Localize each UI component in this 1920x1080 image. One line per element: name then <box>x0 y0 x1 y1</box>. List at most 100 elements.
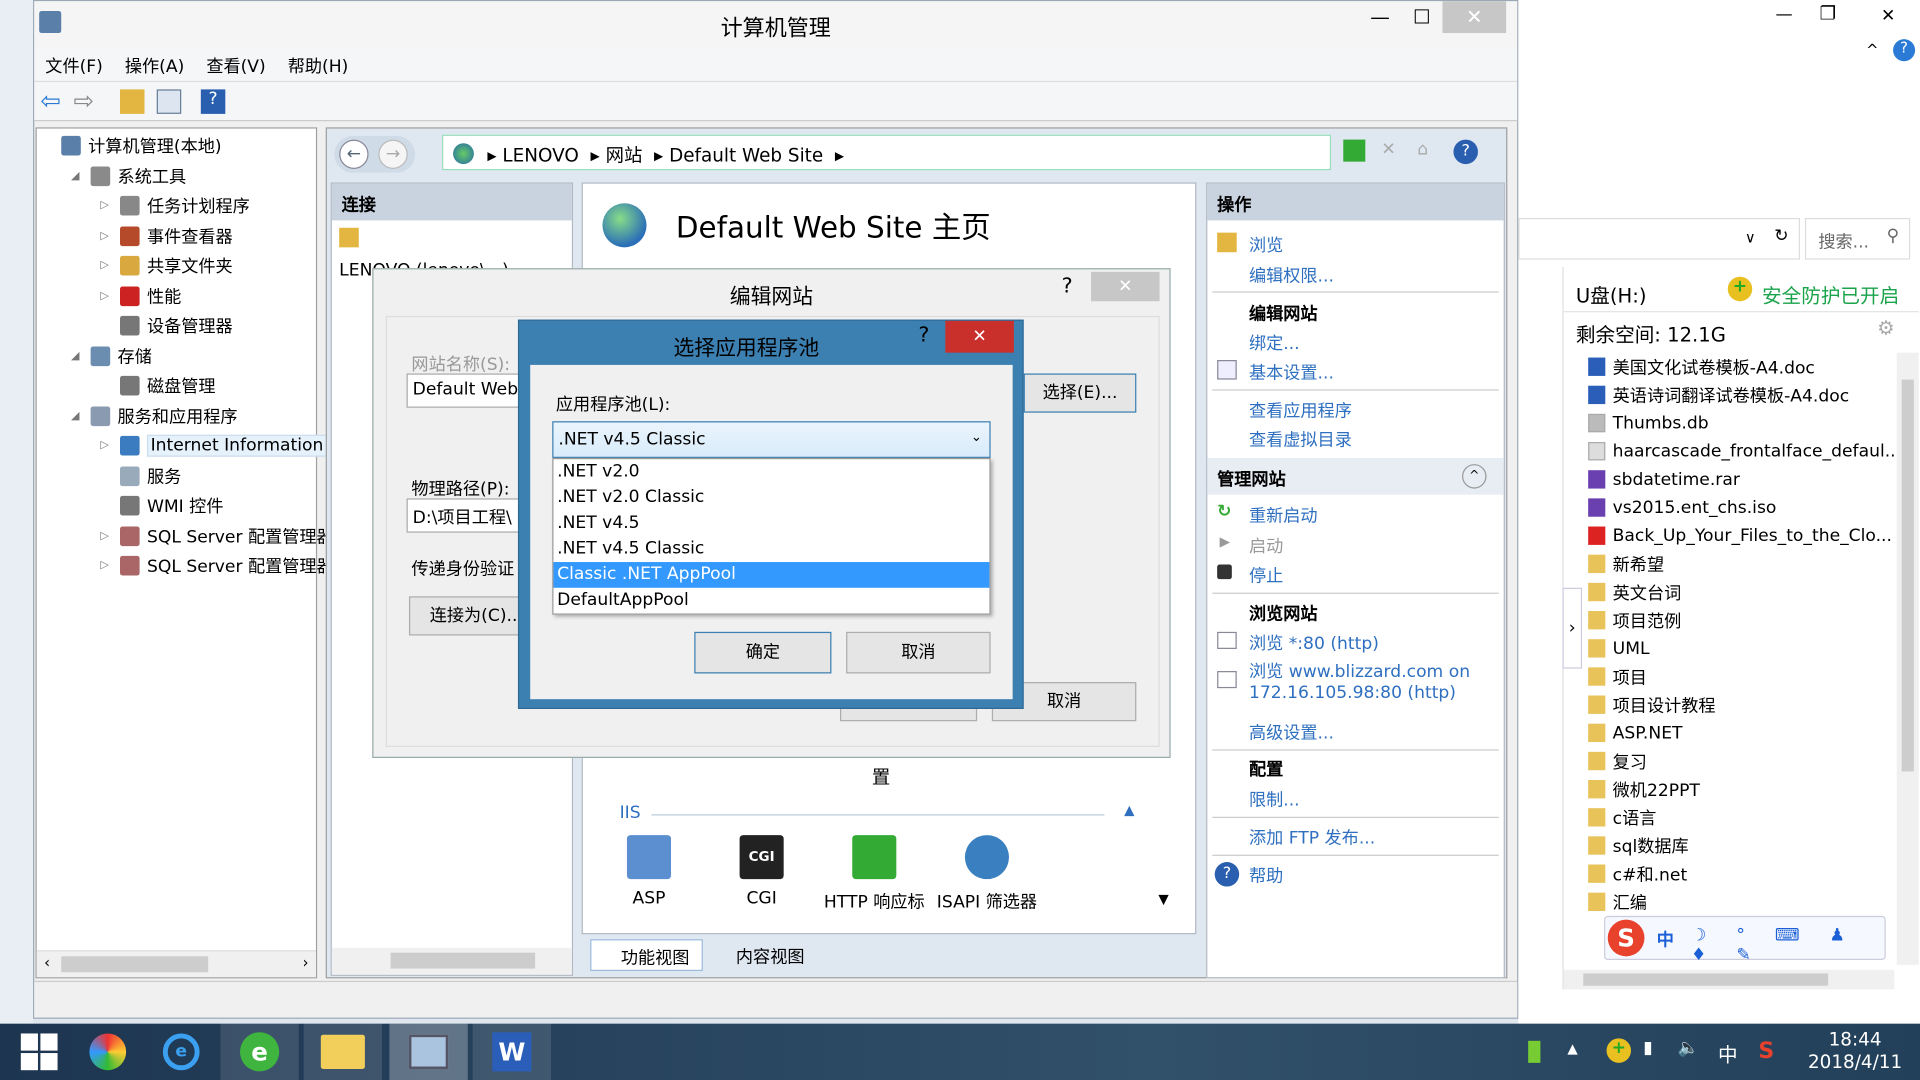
refresh-icon[interactable]: ↻ <box>1774 227 1788 247</box>
tree-item[interactable]: 设备管理器 <box>100 311 233 340</box>
expand-arrow-icon[interactable]: ▷ <box>100 290 112 302</box>
breadcrumb-lenovo[interactable]: LENOVO <box>502 144 578 166</box>
network-icon[interactable]: ▮ <box>1643 1038 1652 1058</box>
action-browse[interactable]: 浏览 <box>1249 233 1283 257</box>
file-item[interactable]: 汇编 <box>1588 888 1647 916</box>
expand-pane-button[interactable]: › <box>1562 587 1583 669</box>
protection-status[interactable]: 安全防护已开启 <box>1762 279 1899 308</box>
start-button[interactable] <box>0 1024 78 1080</box>
collapse-ribbon-icon[interactable]: ^ <box>1866 42 1878 59</box>
volume-icon[interactable]: 🔈 <box>1678 1038 1699 1058</box>
help-dropdown-icon[interactable]: ? <box>1453 139 1478 165</box>
file-item[interactable]: 英语诗词翻译试卷模板-A4.doc <box>1588 381 1849 409</box>
app-pool-select[interactable]: .NET v4.5 Classic ⌄ <box>552 421 991 458</box>
tree-item[interactable]: ▷ SQL Server 配置管理器 <box>100 521 334 550</box>
taskbar-browser-icon[interactable]: e <box>220 1023 299 1080</box>
clock[interactable]: 18:44 2018/4/11 <box>1800 1029 1910 1073</box>
file-item[interactable]: sql数据库 <box>1588 831 1689 859</box>
sogou-logo-icon[interactable]: S <box>1607 919 1645 957</box>
back-icon[interactable]: ⇦ <box>40 88 64 113</box>
action-help[interactable]: 帮助 <box>1249 863 1283 887</box>
action-stop[interactable]: 停止 <box>1249 563 1283 587</box>
tree-item[interactable]: ▷ 事件查看器 <box>100 221 233 250</box>
nav-forward-button[interactable]: → <box>378 139 408 169</box>
app-pool-close-button[interactable]: ✕ <box>945 320 1014 353</box>
scroll-thumb[interactable] <box>390 952 536 969</box>
search-input[interactable]: 搜索... ⚲ <box>1804 217 1911 260</box>
expand-arrow-icon[interactable]: ▷ <box>100 230 112 242</box>
nav-back-button[interactable]: ← <box>339 139 369 169</box>
app-pool-ok-button[interactable]: 确定 <box>694 631 832 674</box>
file-item[interactable]: UML <box>1588 634 1650 662</box>
file-item[interactable]: 项目设计教程 <box>1588 691 1716 719</box>
home-icon[interactable]: ⌂ <box>1412 140 1434 162</box>
expand-arrow-icon[interactable]: ▷ <box>100 560 112 572</box>
file-item[interactable]: 英文台词 <box>1588 578 1681 606</box>
address-field[interactable]: ∨ ↻ <box>1518 217 1801 260</box>
input-language[interactable]: 中 <box>1718 1038 1738 1067</box>
file-item[interactable]: Back_Up_Your_Files_to_the_Clo... <box>1588 522 1892 550</box>
file-list-scrollbar[interactable] <box>1896 352 1919 965</box>
file-item[interactable]: ASP.NET <box>1588 719 1683 747</box>
address-bar[interactable]: ▸ LENOVO ▸ 网站 ▸ Default Web Site ▸ <box>442 134 1332 171</box>
action-browse-80[interactable]: 浏览 *:80 (http) <box>1249 631 1379 655</box>
tree-item[interactable]: 服务 <box>100 461 181 490</box>
maximize-button[interactable]: ☐ <box>1401 1 1443 33</box>
menu-view[interactable]: 查看(V) <box>195 48 276 85</box>
tab-content-view[interactable]: 内容视图 <box>707 939 820 971</box>
feature-item[interactable]: HTTP 响应标 <box>813 835 935 913</box>
action-view-applications[interactable]: 查看应用程序 <box>1249 398 1352 422</box>
action-edit-permissions[interactable]: 编辑权限... <box>1249 263 1334 287</box>
expand-arrow-icon[interactable]: ▷ <box>100 200 112 212</box>
scroll-down-icon[interactable]: ▼ <box>1158 891 1168 907</box>
action-limits[interactable]: 限制... <box>1249 787 1300 811</box>
collapse-icon[interactable]: ^ <box>1462 464 1487 489</box>
tree-item[interactable]: ▷ Internet Information S <box>100 431 344 460</box>
expand-arrow-icon[interactable]: ▷ <box>100 260 112 272</box>
tree-item[interactable]: ◢ 存储 <box>71 341 152 370</box>
scroll-thumb[interactable] <box>61 956 209 973</box>
ime-tools-icons[interactable]: ☽ ° ⌨ ♟ ♦ ✎ <box>1691 926 1884 965</box>
edit-site-close-button[interactable]: ✕ <box>1091 271 1160 302</box>
action-browse-blizzard-address[interactable]: 172.16.105.98:80 (http) <box>1249 683 1456 703</box>
expand-arrow-icon[interactable]: ▷ <box>100 530 112 542</box>
action-restart[interactable]: 重新启动 <box>1249 503 1318 527</box>
action-basic-settings[interactable]: 基本设置... <box>1249 360 1334 384</box>
scroll-left-icon[interactable]: ‹ <box>44 954 50 971</box>
sogou-tray-icon[interactable]: S <box>1758 1038 1774 1064</box>
file-list-hscrollbar[interactable] <box>1563 969 1895 990</box>
file-item[interactable]: sbdatetime.rar <box>1588 465 1740 493</box>
app-pool-option[interactable]: Classic .NET AppPool <box>553 562 990 588</box>
file-item[interactable]: 微机22PPT <box>1588 775 1700 803</box>
tree-item[interactable]: ▷ SQL Server 配置管理器 <box>100 551 334 580</box>
menu-action[interactable]: 操作(A) <box>114 48 195 85</box>
action-view-virtual-directories[interactable]: 查看虚拟目录 <box>1249 427 1352 451</box>
collapse-icon[interactable]: ▲ <box>1124 802 1134 818</box>
file-item[interactable]: 复习 <box>1588 747 1647 775</box>
help-icon[interactable]: ? <box>1893 39 1916 62</box>
explorer-minimize-button[interactable]: — <box>1776 5 1793 25</box>
menu-file[interactable]: 文件(F) <box>34 48 114 85</box>
file-item[interactable]: 项目范例 <box>1588 606 1681 634</box>
tree-item[interactable]: 计算机管理(本地) <box>42 131 222 160</box>
taskbar-computer-management-icon[interactable] <box>389 1023 468 1080</box>
tree-item[interactable]: ◢ 服务和应用程序 <box>71 401 238 430</box>
action-browse-blizzard[interactable]: 浏览 www.blizzard.com on <box>1249 659 1470 683</box>
taskbar-explorer-icon[interactable] <box>303 1023 383 1080</box>
scroll-right-icon[interactable]: › <box>303 954 309 971</box>
feature-item[interactable]: CGI CGI <box>700 835 822 909</box>
close-button[interactable]: ✕ <box>1442 1 1507 34</box>
connections-scrollbar[interactable] <box>331 947 572 975</box>
forward-icon[interactable]: ⇨ <box>73 88 97 113</box>
minimize-button[interactable]: — <box>1359 1 1401 33</box>
stop-icon[interactable]: ✕ <box>1378 140 1400 162</box>
menu-help[interactable]: 帮助(H) <box>277 48 360 85</box>
taskbar-ie-icon[interactable]: e <box>142 1024 220 1080</box>
show-hide-tree-icon[interactable] <box>156 89 182 114</box>
security-tray-icon[interactable]: + <box>1606 1038 1632 1063</box>
select-app-pool-button[interactable]: 选择(E)... <box>1023 373 1137 413</box>
app-pool-option[interactable]: DefaultAppPool <box>553 588 989 614</box>
up-folder-icon[interactable] <box>120 89 145 114</box>
app-pool-option[interactable]: .NET v4.5 <box>553 511 989 537</box>
expand-arrow-icon[interactable]: ◢ <box>71 170 83 182</box>
